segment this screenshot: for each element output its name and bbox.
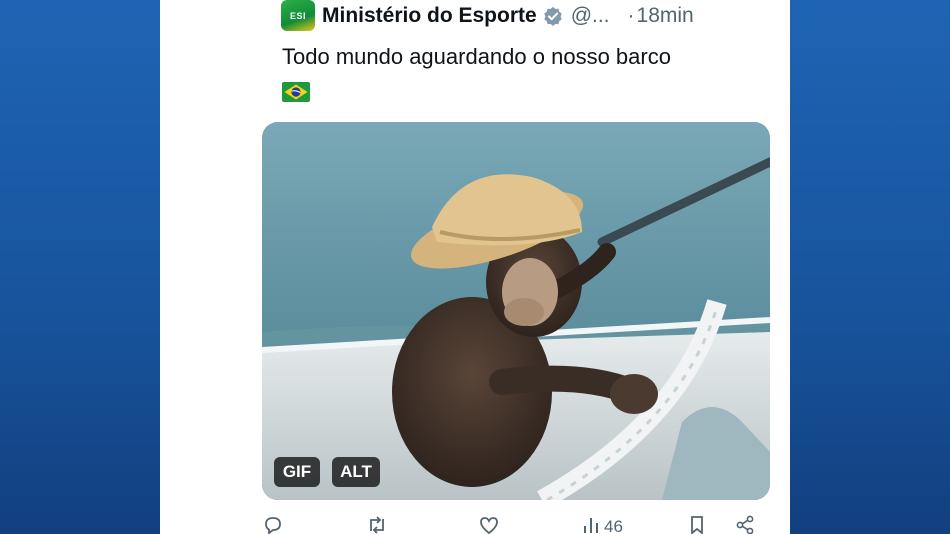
background-right-panel bbox=[790, 0, 950, 534]
views-count: 46 bbox=[604, 517, 623, 534]
reply-icon bbox=[262, 514, 284, 534]
bookmark-icon bbox=[686, 514, 708, 534]
views-button[interactable]: 46 bbox=[578, 517, 623, 534]
author-handle[interactable]: @... bbox=[571, 4, 610, 28]
gif-badge[interactable]: GIF bbox=[274, 457, 320, 487]
retweet-button[interactable] bbox=[366, 514, 388, 534]
reply-button[interactable] bbox=[262, 514, 284, 534]
tweet-text: Todo mundo aguardando o nosso barco bbox=[282, 44, 671, 69]
verified-badge-icon bbox=[543, 6, 563, 26]
tweet-card[interactable]: ESI Ministério do Esporte @... · 18min T… bbox=[160, 0, 790, 534]
views-chart-icon bbox=[580, 514, 602, 534]
share-button[interactable] bbox=[734, 514, 756, 534]
tweet-gif-media[interactable]: GIF ALT bbox=[262, 122, 770, 500]
retweet-icon bbox=[366, 514, 388, 534]
alt-text-badge[interactable]: ALT bbox=[332, 457, 380, 487]
like-button[interactable] bbox=[478, 514, 500, 534]
avatar[interactable]: ESI bbox=[281, 0, 315, 31]
tweet-timestamp[interactable]: 18min bbox=[637, 4, 694, 28]
share-icon bbox=[734, 514, 756, 534]
heart-icon bbox=[478, 514, 500, 534]
brazil-flag-icon bbox=[282, 82, 310, 102]
tweet-actions-bar: 46 bbox=[260, 515, 780, 534]
chimp-boat-gif-image bbox=[262, 122, 770, 500]
avatar-text: ESI bbox=[289, 10, 306, 21]
tweet-header: Ministério do Esporte @... · 18min bbox=[322, 2, 694, 30]
author-name[interactable]: Ministério do Esporte bbox=[322, 4, 537, 28]
time-separator: · bbox=[627, 4, 635, 27]
background-left-panel bbox=[0, 0, 160, 534]
bookmark-button[interactable] bbox=[686, 514, 708, 534]
